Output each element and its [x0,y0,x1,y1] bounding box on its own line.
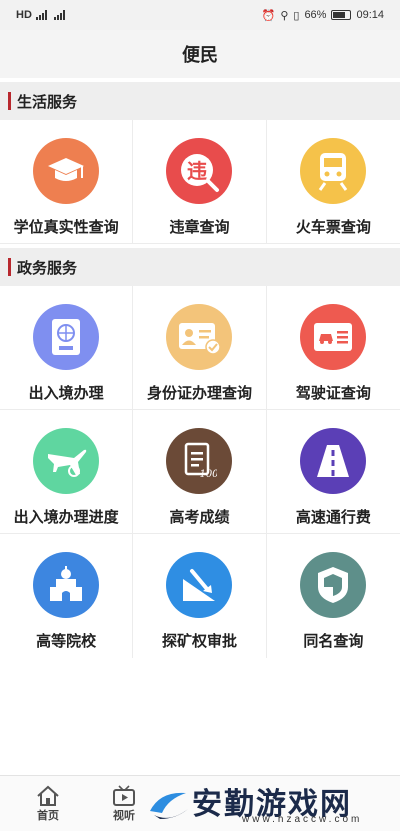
svg-text:100: 100 [200,469,218,480]
tv-icon [113,784,135,806]
grid-row: 出入境办理 身份证办理查询 驾驶证查询 [0,286,400,410]
service-gaokao-score[interactable]: 100 高考成绩 [133,410,267,533]
service-label: 同名查询 [303,632,364,650]
service-entry-exit[interactable]: 出入境办理 [0,286,134,409]
highway-icon [300,428,367,494]
school-icon [33,552,100,618]
service-label: 探矿权审批 [161,632,237,650]
clock: 09:14 [356,9,384,21]
location-icon: ⚲ [280,9,289,22]
service-label: 高考成绩 [169,508,230,526]
service-label: 身份证办理查询 [146,384,252,402]
service-universities[interactable]: 高等院校 [0,534,134,658]
service-mining-approval[interactable]: 探矿权审批 [133,534,267,658]
service-same-name[interactable]: 同名查询 [267,534,400,658]
tab-label: 首页 [37,808,59,822]
page-title-bar: 便民 [0,30,400,78]
service-id-card[interactable]: 身份证办理查询 [133,286,267,409]
mining-icon [166,552,233,618]
tab-home[interactable]: 首页 [10,776,86,831]
status-bar: HD ⏰ ⚲ ▯ 66% 09:14 [0,0,400,30]
vibrate-icon: ▯ [293,9,300,22]
watermark-logo-icon [150,792,188,819]
service-label: 出入境办理 [28,384,104,402]
service-label: 违章查询 [169,218,230,236]
violation-icon: 违 [166,138,233,204]
battery-icon [331,10,352,20]
watermark-url: www.hzaccw.com [242,814,363,825]
exam-score-icon: 100 [166,428,233,494]
section-header-government: 政务服务 [0,248,400,286]
service-highway-toll[interactable]: 高速通行费 [267,410,400,533]
tab-label: 视听 [113,808,135,822]
grid-row: 学位真实性查询 违 违章查询 火车票查询 [0,120,400,244]
shield-icon [300,552,367,618]
train-icon [300,138,367,204]
airplane-icon [33,428,100,494]
service-label: 高速通行费 [295,508,371,526]
service-driver-license[interactable]: 驾驶证查询 [267,286,400,409]
service-label: 驾驶证查询 [295,384,371,402]
alarm-icon: ⏰ [261,9,276,22]
section-header-life: 生活服务 [0,82,400,120]
driver-license-icon [300,304,367,370]
page-title: 便民 [182,45,218,66]
service-label: 火车票查询 [295,218,371,236]
svg-text:违: 违 [187,159,207,183]
passport-icon [33,304,100,370]
graduation-cap-icon [33,138,100,204]
section-accent-bar [8,258,11,276]
service-label: 高等院校 [36,632,97,650]
id-card-icon [166,304,233,370]
section-title: 生活服务 [17,92,78,111]
service-degree-verification[interactable]: 学位真实性查询 [0,120,134,243]
section-accent-bar [8,92,11,110]
status-left: HD [16,9,72,21]
status-right: ⏰ ⚲ ▯ 66% 09:14 [262,9,384,22]
service-traffic-violation[interactable]: 违 违章查询 [133,120,267,243]
battery-percent: 66% [304,9,327,21]
service-entry-exit-progress[interactable]: 出入境办理进度 [0,410,134,533]
watermark: 安勤游戏网 www.hzaccw.com [146,782,392,828]
service-train-ticket[interactable]: 火车票查询 [267,120,400,243]
grid-row: 出入境办理进度 100 高考成绩 高速通行费 [0,410,400,534]
service-label: 出入境办理进度 [13,508,119,526]
service-label: 学位真实性查询 [13,218,119,236]
signal-icon [35,10,65,20]
network-badge: HD [16,9,32,21]
grid-row: 高等院校 探矿权审批 同名查询 [0,534,400,658]
home-icon [37,785,59,806]
section-title: 政务服务 [17,258,78,277]
